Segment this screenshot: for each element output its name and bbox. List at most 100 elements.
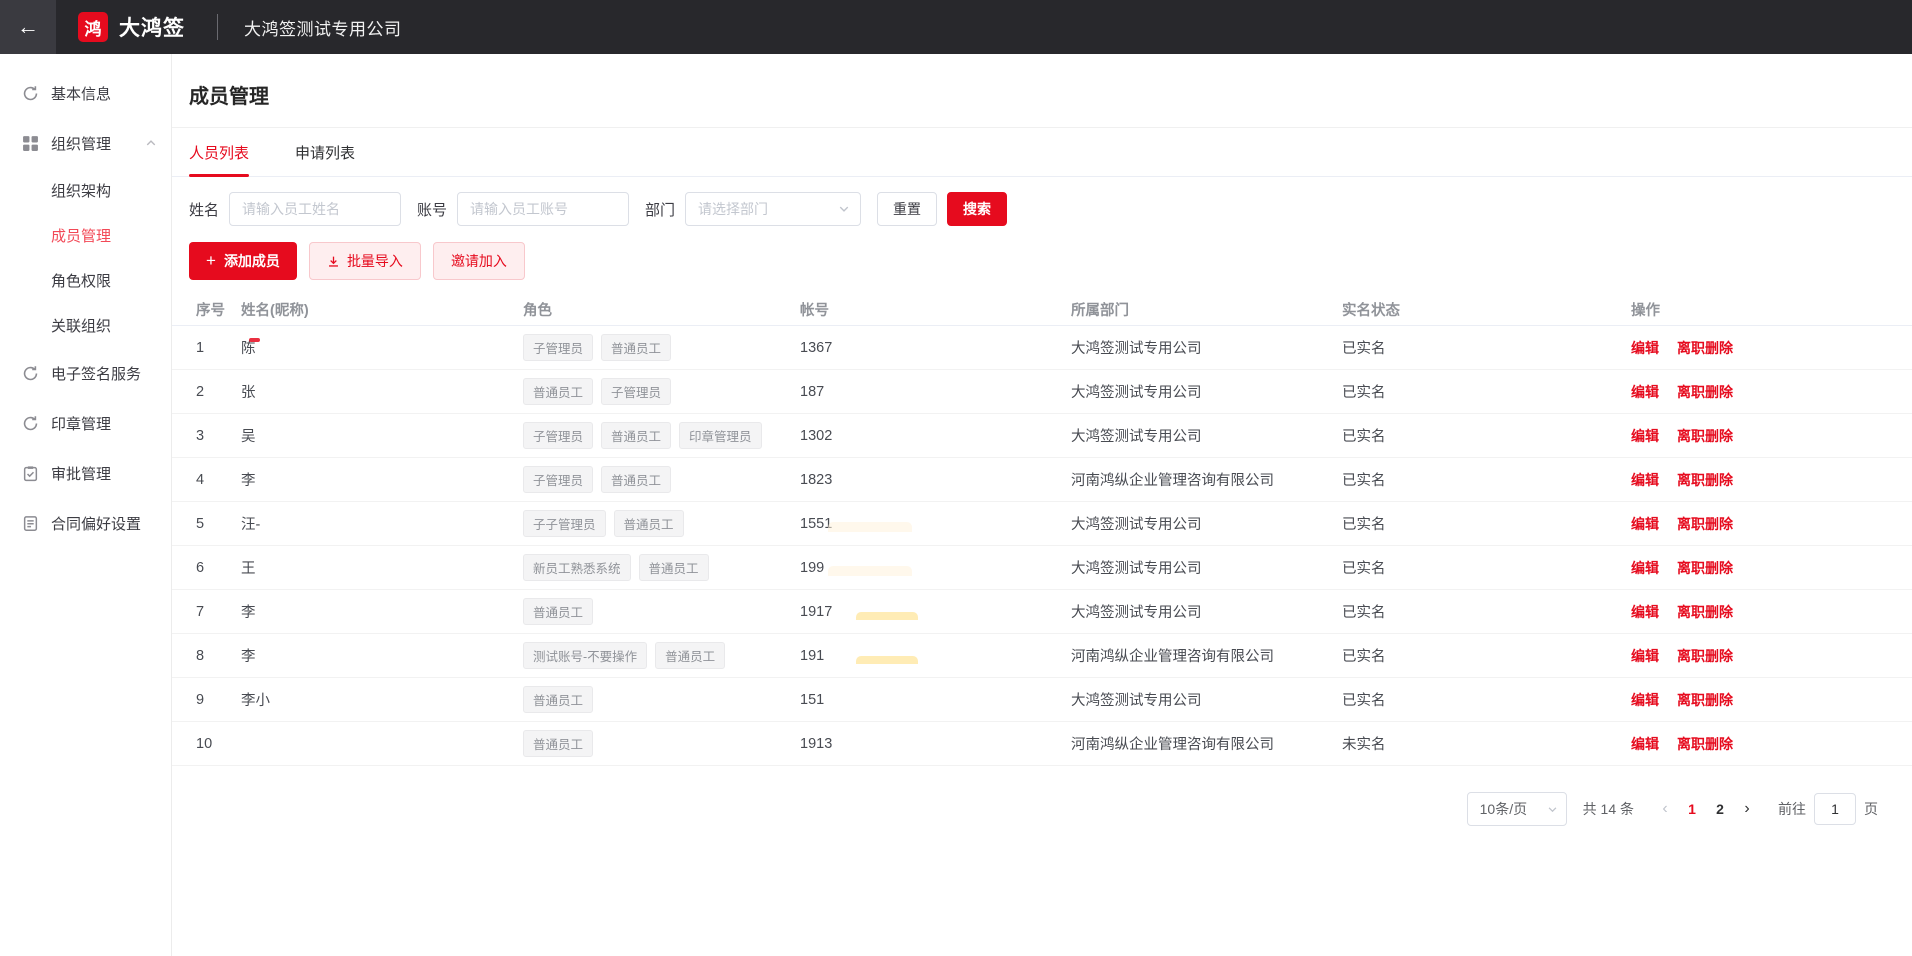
chevron-up-icon — [145, 137, 157, 149]
role-tag: 普通员工 — [523, 730, 593, 757]
delete-link[interactable]: 离职删除 — [1677, 560, 1733, 576]
role-tag: 子管理员 — [523, 466, 593, 493]
logo-icon: 鸿 — [78, 12, 108, 42]
back-button[interactable]: ← — [0, 0, 56, 54]
row-actions: 编辑 离职删除 — [1631, 338, 1878, 358]
row-index: 9 — [196, 692, 241, 708]
edit-link[interactable]: 编辑 — [1631, 648, 1659, 664]
app-title: 大鸿签 — [119, 12, 185, 42]
sidebar-item-basic-info[interactable]: 基本信息 — [0, 68, 171, 118]
sidebar-item-member-management[interactable]: 成员管理 — [0, 213, 171, 258]
add-member-button[interactable]: + 添加成员 — [189, 242, 297, 280]
row-actions: 编辑 离职删除 — [1631, 470, 1878, 490]
invite-button[interactable]: 邀请加入 — [433, 242, 525, 280]
edit-link[interactable]: 编辑 — [1631, 340, 1659, 356]
member-department: 大鸿签测试专用公司 — [1071, 557, 1342, 578]
filter-dept-group: 部门 请选择部门 — [645, 192, 861, 226]
delete-link[interactable]: 离职删除 — [1677, 648, 1733, 664]
role-tag: 子子管理员 — [523, 510, 606, 537]
member-name: 吴 — [241, 425, 523, 446]
edit-link[interactable]: 编辑 — [1631, 516, 1659, 532]
sidebar-item-label: 组织架构 — [51, 180, 111, 201]
delete-link[interactable]: 离职删除 — [1677, 736, 1733, 752]
sidebar-item-label: 角色权限 — [51, 270, 111, 291]
edit-link[interactable]: 编辑 — [1631, 384, 1659, 400]
table-row: 5 汪- 子子管理员普通员工 1551 大鸿签测试专用公司 已实名 编辑 离职删… — [172, 502, 1912, 546]
sidebar-item-seal-management[interactable]: 印章管理 — [0, 398, 171, 448]
dept-select[interactable]: 请选择部门 — [685, 192, 861, 226]
table-body: 1 陈 子管理员普通员工 1367 大鸿签测试专用公司 已实名 编辑 离职删除 … — [172, 326, 1912, 766]
edit-link[interactable]: 编辑 — [1631, 472, 1659, 488]
search-button[interactable]: 搜索 — [947, 192, 1007, 226]
delete-link[interactable]: 离职删除 — [1677, 472, 1733, 488]
sidebar-item-label: 关联组织 — [51, 315, 111, 336]
edit-link[interactable]: 编辑 — [1631, 604, 1659, 620]
sidebar-item-org-management[interactable]: 组织管理 — [0, 118, 171, 168]
edit-link[interactable]: 编辑 — [1631, 428, 1659, 444]
col-roles: 角色 — [523, 299, 800, 320]
delete-link[interactable]: 离职删除 — [1677, 428, 1733, 444]
edit-link[interactable]: 编辑 — [1631, 560, 1659, 576]
role-tag: 子管理员 — [523, 334, 593, 361]
role-tags: 子管理员普通员工 — [523, 466, 800, 493]
member-account: 1913 — [800, 736, 1071, 752]
name-filter-input[interactable] — [229, 192, 401, 226]
member-account: 199 — [800, 560, 1071, 576]
row-index: 5 — [196, 516, 241, 532]
main-content: 成员管理 人员列表 申请列表 姓名 账号 部门 请选择部门 重置 搜索 + 添加… — [172, 54, 1912, 956]
delete-link[interactable]: 离职删除 — [1677, 604, 1733, 620]
redaction-mark — [249, 338, 260, 342]
prev-page-button[interactable]: ‹ — [1652, 800, 1678, 818]
row-index: 7 — [196, 604, 241, 620]
row-actions: 编辑 离职删除 — [1631, 558, 1878, 578]
goto-page-input[interactable] — [1814, 793, 1856, 825]
page-size-select[interactable]: 10条/页 — [1467, 792, 1567, 826]
delete-link[interactable]: 离职删除 — [1677, 692, 1733, 708]
edit-link[interactable]: 编辑 — [1631, 692, 1659, 708]
row-actions: 编辑 离职删除 — [1631, 602, 1878, 622]
role-tag: 普通员工 — [601, 466, 671, 493]
role-tags: 普通员工 — [523, 686, 800, 713]
sidebar-item-approval-management[interactable]: 审批管理 — [0, 448, 171, 498]
row-index: 3 — [196, 428, 241, 444]
filter-bar: 姓名 账号 部门 请选择部门 重置 搜索 — [189, 192, 1912, 226]
sidebar-item-linked-orgs[interactable]: 关联组织 — [0, 303, 171, 348]
sidebar: 基本信息 组织管理 组织架构 成员管理 角色权限 关联组织 电子签名服务 — [0, 54, 172, 956]
realname-status: 已实名 — [1342, 645, 1631, 666]
sidebar-item-label: 电子签名服务 — [51, 363, 141, 384]
sidebar-item-role-permissions[interactable]: 角色权限 — [0, 258, 171, 303]
row-actions: 编辑 离职删除 — [1631, 426, 1878, 446]
sidebar-item-org-structure[interactable]: 组织架构 — [0, 168, 171, 213]
page-size-value: 10条/页 — [1480, 799, 1527, 819]
sidebar-item-contract-preferences[interactable]: 合同偏好设置 — [0, 498, 171, 548]
member-table: 序号 姓名(昵称) 角色 帐号 所属部门 实名状态 操作 1 陈 子管理员普通员… — [172, 294, 1912, 766]
next-page-button[interactable]: › — [1734, 800, 1760, 818]
company-name: 大鸿签测试专用公司 — [244, 15, 402, 40]
tab-application-list[interactable]: 申请列表 — [295, 142, 355, 176]
member-name: 李 — [241, 601, 523, 622]
document-icon — [22, 515, 39, 532]
redaction-highlight — [856, 612, 918, 620]
delete-link[interactable]: 离职删除 — [1677, 384, 1733, 400]
chevron-down-icon — [838, 203, 850, 215]
role-tag: 普通员工 — [523, 378, 593, 405]
tab-member-list[interactable]: 人员列表 — [189, 142, 249, 176]
member-account: 1823 — [800, 472, 1071, 488]
table-row: 6 王 新员工熟悉系统普通员工 199 大鸿签测试专用公司 已实名 编辑 离职删… — [172, 546, 1912, 590]
role-tags: 子管理员普通员工 — [523, 334, 800, 361]
edit-link[interactable]: 编辑 — [1631, 736, 1659, 752]
page-number-2[interactable]: 2 — [1706, 801, 1734, 817]
toolbar: + 添加成员 批量导入 邀请加入 — [189, 242, 1912, 280]
realname-status: 已实名 — [1342, 337, 1631, 358]
account-filter-input[interactable] — [457, 192, 629, 226]
page-header: 成员管理 — [172, 54, 1912, 128]
pagination: 10条/页 共 14 条 ‹ 1 2 › 前往 页 — [172, 792, 1878, 826]
delete-link[interactable]: 离职删除 — [1677, 516, 1733, 532]
delete-link[interactable]: 离职删除 — [1677, 340, 1733, 356]
reset-button[interactable]: 重置 — [877, 192, 937, 226]
sidebar-item-esign-service[interactable]: 电子签名服务 — [0, 348, 171, 398]
page-number-1[interactable]: 1 — [1678, 801, 1706, 817]
grid-icon — [22, 135, 39, 152]
role-tag: 子管理员 — [523, 422, 593, 449]
batch-import-button[interactable]: 批量导入 — [309, 242, 421, 280]
